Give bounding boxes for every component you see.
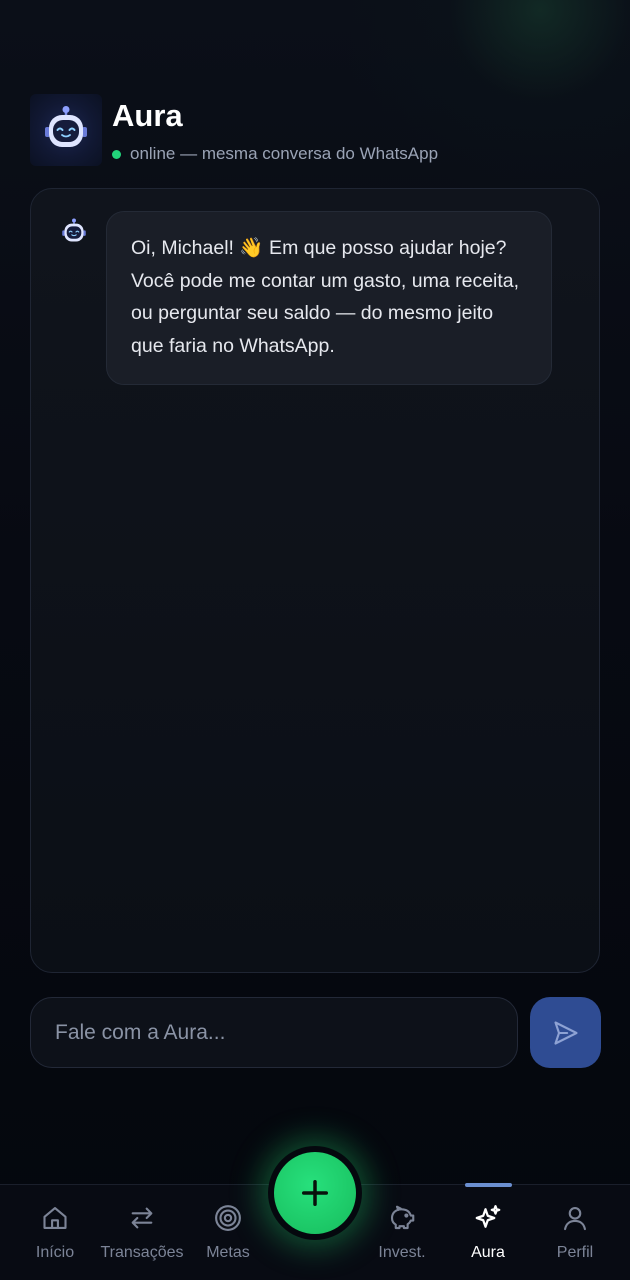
nav-item-perfil[interactable]: Perfil [550,1185,600,1280]
chat-header: Aura online — mesma conversa do WhatsApp [30,94,600,168]
robot-icon [45,106,87,147]
nav-label-metas: Metas [206,1244,250,1261]
nav-label-transacoes: Transações [100,1244,184,1261]
nav-label-perfil: Perfil [556,1244,594,1261]
target-icon [215,1205,241,1231]
nav-item-invest[interactable]: Invest. [372,1185,432,1280]
nav-item-metas[interactable]: Metas [203,1185,253,1280]
nav-label-invest: Invest. [378,1244,426,1261]
aura-avatar [30,94,102,166]
online-dot [112,149,121,159]
send-button[interactable] [530,997,601,1068]
online-status: online — mesma conversa do WhatsApp [112,144,438,164]
user-icon [564,1207,586,1231]
home-icon [43,1207,67,1229]
chat-messages-panel[interactable]: Oi, Michael! 👋 Em que posso ajudar hoje?… [30,188,600,973]
arrows-swap-icon [131,1207,153,1229]
nav-label-inicio: Início [35,1244,75,1261]
aura-chat-screen: Aura online — mesma conversa do WhatsApp… [0,0,630,1280]
piggy-bank-icon [390,1205,415,1230]
chat-title: Aura [112,98,183,133]
message-input[interactable] [31,998,517,1067]
aura-message-bubble: Oi, Michael! 👋 Em que posso ajudar hoje?… [106,211,552,385]
robot-icon [62,218,86,242]
nav-item-inicio[interactable]: Início [30,1185,80,1280]
status-text: online — mesma conversa do WhatsApp [130,144,439,163]
message-input-box[interactable] [30,997,518,1068]
nav-label-aura: Aura [471,1244,505,1261]
message-avatar [59,217,89,247]
send-icon [553,1020,578,1045]
nav-item-aura[interactable]: Aura [463,1185,513,1280]
nav-item-transacoes[interactable]: Transações [97,1185,187,1280]
plus-icon [302,1180,328,1206]
sparkles-icon [475,1205,501,1228]
add-transaction-button[interactable] [274,1152,356,1234]
